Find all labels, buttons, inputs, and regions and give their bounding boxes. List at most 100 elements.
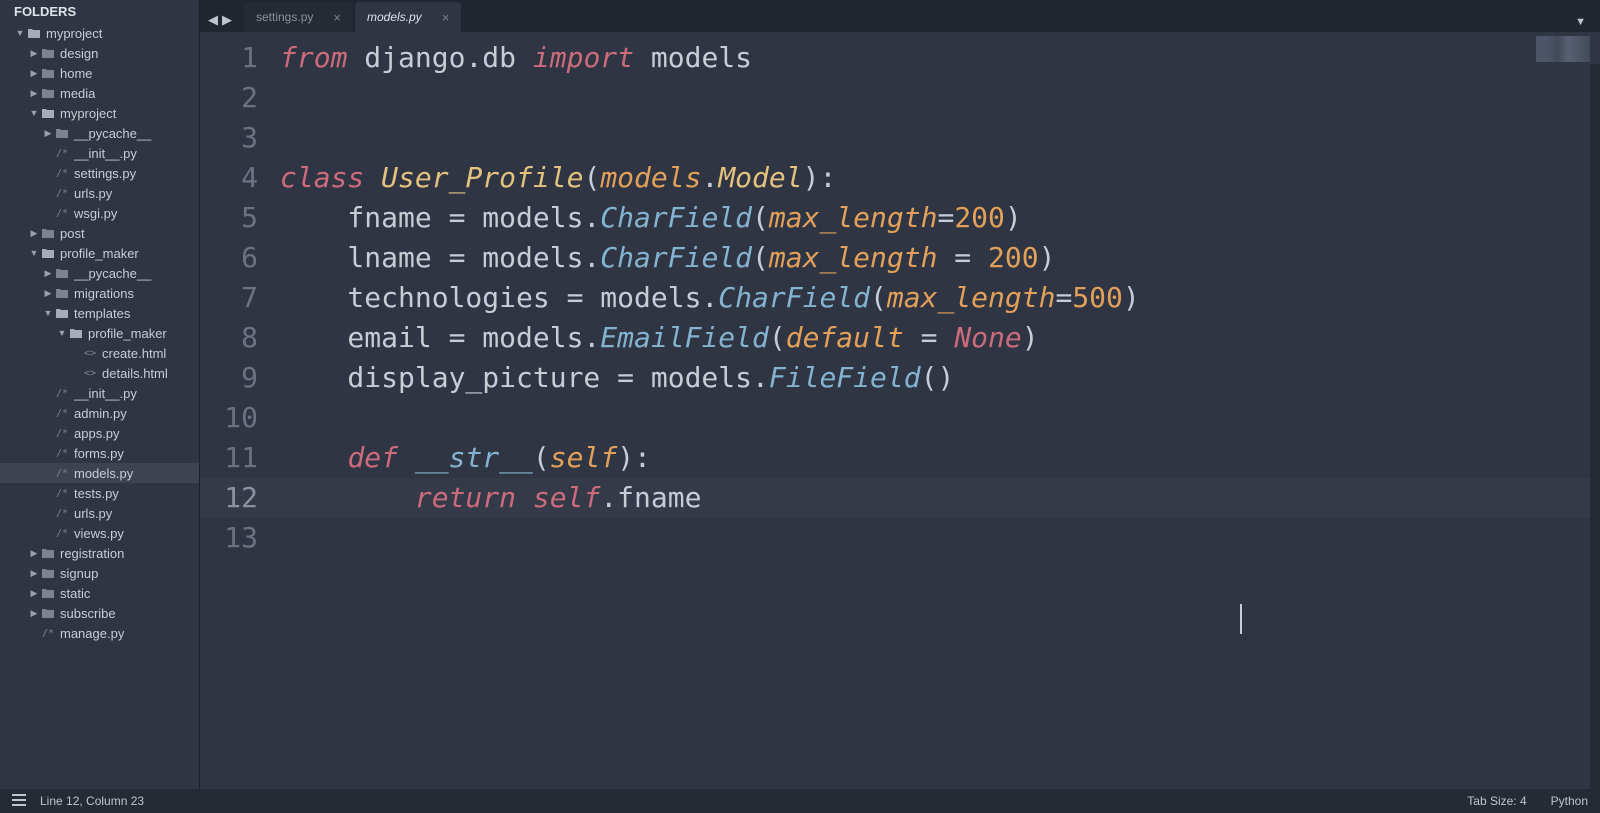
file-details.html[interactable]: <>details.html	[0, 363, 199, 383]
code-editor[interactable]: from django.db import models class User_P…	[270, 32, 1600, 789]
file-__init__.py[interactable]: /*__init__.py	[0, 143, 199, 163]
tree-item-label: manage.py	[60, 626, 124, 641]
line-number[interactable]: 5	[200, 198, 270, 238]
disclosure-arrow-icon[interactable]: ▶	[28, 568, 40, 579]
code-line[interactable]: technologies = models.CharField(max_leng…	[270, 278, 1600, 318]
line-number[interactable]: 11	[200, 438, 270, 478]
line-number[interactable]: 9	[200, 358, 270, 398]
disclosure-arrow-icon[interactable]: ▼	[14, 28, 26, 38]
folder-registration[interactable]: ▶registration	[0, 543, 199, 563]
file-admin.py[interactable]: /*admin.py	[0, 403, 199, 423]
code-line[interactable]	[270, 78, 1600, 118]
close-tab-icon[interactable]: ×	[333, 10, 341, 25]
code-line[interactable]: class User_Profile(models.Model):	[270, 158, 1600, 198]
code-line[interactable]	[270, 398, 1600, 438]
disclosure-arrow-icon[interactable]: ▼	[28, 108, 40, 118]
folder-icon	[40, 106, 56, 120]
menu-icon[interactable]	[12, 794, 26, 809]
folder-media[interactable]: ▶media	[0, 83, 199, 103]
file-__init__.py[interactable]: /*__init__.py	[0, 383, 199, 403]
line-number[interactable]: 1	[200, 38, 270, 78]
disclosure-arrow-icon[interactable]: ▼	[28, 248, 40, 258]
folder-subscribe[interactable]: ▶ subscribe	[0, 603, 199, 623]
folder-profile_maker[interactable]: ▼ profile_maker	[0, 243, 199, 263]
folder-templates[interactable]: ▼templates	[0, 303, 199, 323]
file-views.py[interactable]: /*views.py	[0, 523, 199, 543]
html-file-icon: <>	[82, 346, 98, 360]
line-number[interactable]: 10	[200, 398, 270, 438]
folder-static[interactable]: ▶static	[0, 583, 199, 603]
tab-models.py[interactable]: models.py×	[355, 2, 461, 32]
nav-back-icon[interactable]: ◀	[208, 12, 222, 28]
disclosure-arrow-icon[interactable]: ▶	[28, 608, 40, 619]
line-number[interactable]: 8	[200, 318, 270, 358]
file-models.py[interactable]: /*models.py	[0, 463, 199, 483]
disclosure-arrow-icon[interactable]: ▼	[56, 328, 68, 338]
folder-home[interactable]: ▶home	[0, 63, 199, 83]
line-number[interactable]: 2	[200, 78, 270, 118]
folder-myproject[interactable]: ▼myproject	[0, 23, 199, 43]
disclosure-arrow-icon[interactable]: ▶	[28, 48, 40, 59]
code-line[interactable]: lname = models.CharField(max_length = 20…	[270, 238, 1600, 278]
line-number[interactable]: 4	[200, 158, 270, 198]
folder-__pycache__[interactable]: ▶ __pycache__	[0, 263, 199, 283]
language-selector[interactable]: Python	[1551, 794, 1588, 808]
tree-item-label: create.html	[102, 346, 166, 361]
folder-design[interactable]: ▶ design	[0, 43, 199, 63]
line-number[interactable]: 12	[200, 478, 270, 518]
tree-item-label: subscribe	[60, 606, 116, 621]
code-line[interactable]: from django.db import models	[270, 38, 1600, 78]
disclosure-arrow-icon[interactable]: ▶	[28, 228, 40, 239]
folder-__pycache__[interactable]: ▶__pycache__	[0, 123, 199, 143]
close-tab-icon[interactable]: ×	[442, 10, 450, 25]
file-wsgi.py[interactable]: /*wsgi.py	[0, 203, 199, 223]
file-create.html[interactable]: <> create.html	[0, 343, 199, 363]
code-line[interactable]	[270, 118, 1600, 158]
cursor-position[interactable]: Line 12, Column 23	[40, 794, 144, 808]
line-number[interactable]: 7	[200, 278, 270, 318]
file-tests.py[interactable]: /*tests.py	[0, 483, 199, 503]
code-line[interactable]: email = models.EmailField(default = None…	[270, 318, 1600, 358]
tab-size-selector[interactable]: Tab Size: 4	[1467, 794, 1526, 808]
code-line[interactable]: def __str__(self):	[270, 438, 1600, 478]
nav-forward-icon[interactable]: ▶	[222, 12, 236, 28]
file-settings.py[interactable]: /*settings.py	[0, 163, 199, 183]
folder-profile_maker[interactable]: ▼profile_maker	[0, 323, 199, 343]
line-number[interactable]: 13	[200, 518, 270, 558]
code-line[interactable]: return self.fname	[270, 478, 1600, 518]
code-line[interactable]	[270, 518, 1600, 558]
line-number[interactable]: 3	[200, 118, 270, 158]
disclosure-arrow-icon[interactable]: ▶	[42, 288, 54, 299]
file-urls.py[interactable]: /*urls.py	[0, 183, 199, 203]
tab-dropdown-icon[interactable]: ▼	[1561, 16, 1600, 32]
code-token: 500	[1072, 281, 1123, 314]
tab-settings.py[interactable]: settings.py×	[244, 2, 353, 32]
code-line[interactable]: display_picture = models.FileField()	[270, 358, 1600, 398]
file-manage.py[interactable]: /*manage.py	[0, 623, 199, 643]
code-line[interactable]: fname = models.CharField(max_length=200)	[270, 198, 1600, 238]
folder-migrations[interactable]: ▶migrations	[0, 283, 199, 303]
line-number[interactable]: 6	[200, 238, 270, 278]
disclosure-arrow-icon[interactable]: ▶	[28, 588, 40, 599]
tree-item-label: settings.py	[74, 166, 136, 181]
minimap[interactable]	[1536, 36, 1590, 62]
file-forms.py[interactable]: /*forms.py	[0, 443, 199, 463]
vertical-scrollbar[interactable]	[1590, 64, 1600, 789]
disclosure-arrow-icon[interactable]: ▼	[42, 308, 54, 318]
file-apps.py[interactable]: /*apps.py	[0, 423, 199, 443]
folder-signup[interactable]: ▶signup	[0, 563, 199, 583]
folder-sidebar[interactable]: FOLDERS ▼myproject▶design▶home▶media▼myp…	[0, 0, 200, 789]
folder-myproject[interactable]: ▼myproject	[0, 103, 199, 123]
line-number-gutter[interactable]: 12345678910111213	[200, 32, 270, 789]
tree-item-label: design	[60, 46, 98, 61]
tree-item-label: __pycache__	[74, 266, 151, 281]
tree-item-label: profile_maker	[60, 246, 139, 261]
file-urls.py[interactable]: /*urls.py	[0, 503, 199, 523]
disclosure-arrow-icon[interactable]: ▶	[28, 548, 40, 559]
folder-post[interactable]: ▶post	[0, 223, 199, 243]
disclosure-arrow-icon[interactable]: ▶	[28, 68, 40, 79]
disclosure-arrow-icon[interactable]: ▶	[28, 88, 40, 99]
disclosure-arrow-icon[interactable]: ▶	[42, 128, 54, 139]
disclosure-arrow-icon[interactable]: ▶	[42, 268, 54, 279]
code-token: =	[904, 321, 955, 354]
